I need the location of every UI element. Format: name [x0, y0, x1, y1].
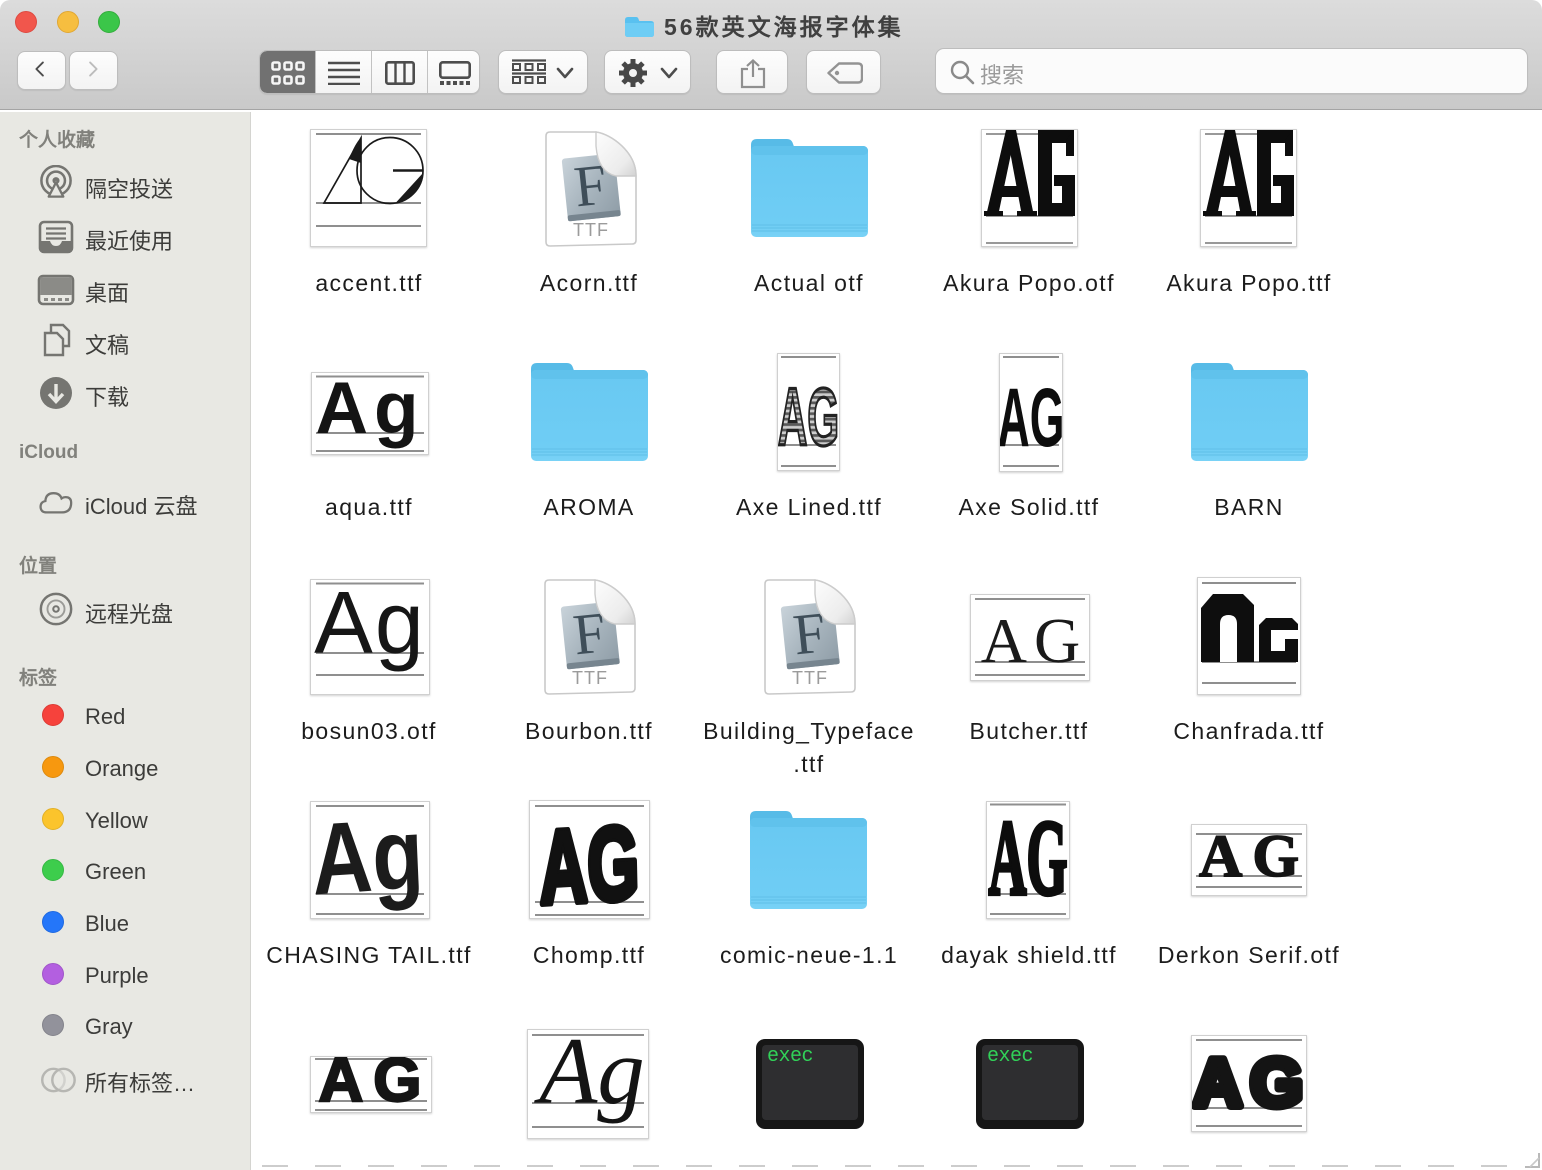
- svg-text:AG: AG: [1199, 825, 1306, 889]
- svg-text:Ag: Ag: [315, 373, 424, 449]
- svg-text:TTF: TTF: [792, 668, 828, 688]
- svg-text:TTF: TTF: [573, 220, 609, 240]
- svg-text:AG: AG: [538, 804, 640, 918]
- svg-text:Ag: Ag: [314, 580, 426, 672]
- svg-text:AG: AG: [981, 605, 1087, 676]
- svg-text:AG: AG: [778, 372, 839, 463]
- svg-text:TTF: TTF: [572, 668, 608, 688]
- svg-text:AG: AG: [988, 802, 1067, 918]
- svg-text:Ag: Ag: [533, 1030, 645, 1124]
- svg-text:AG: AG: [319, 1057, 432, 1112]
- svg-text:AG: AG: [1193, 1045, 1306, 1121]
- svg-text:Ag: Ag: [311, 802, 426, 916]
- svg-text:AG: AG: [1000, 372, 1062, 464]
